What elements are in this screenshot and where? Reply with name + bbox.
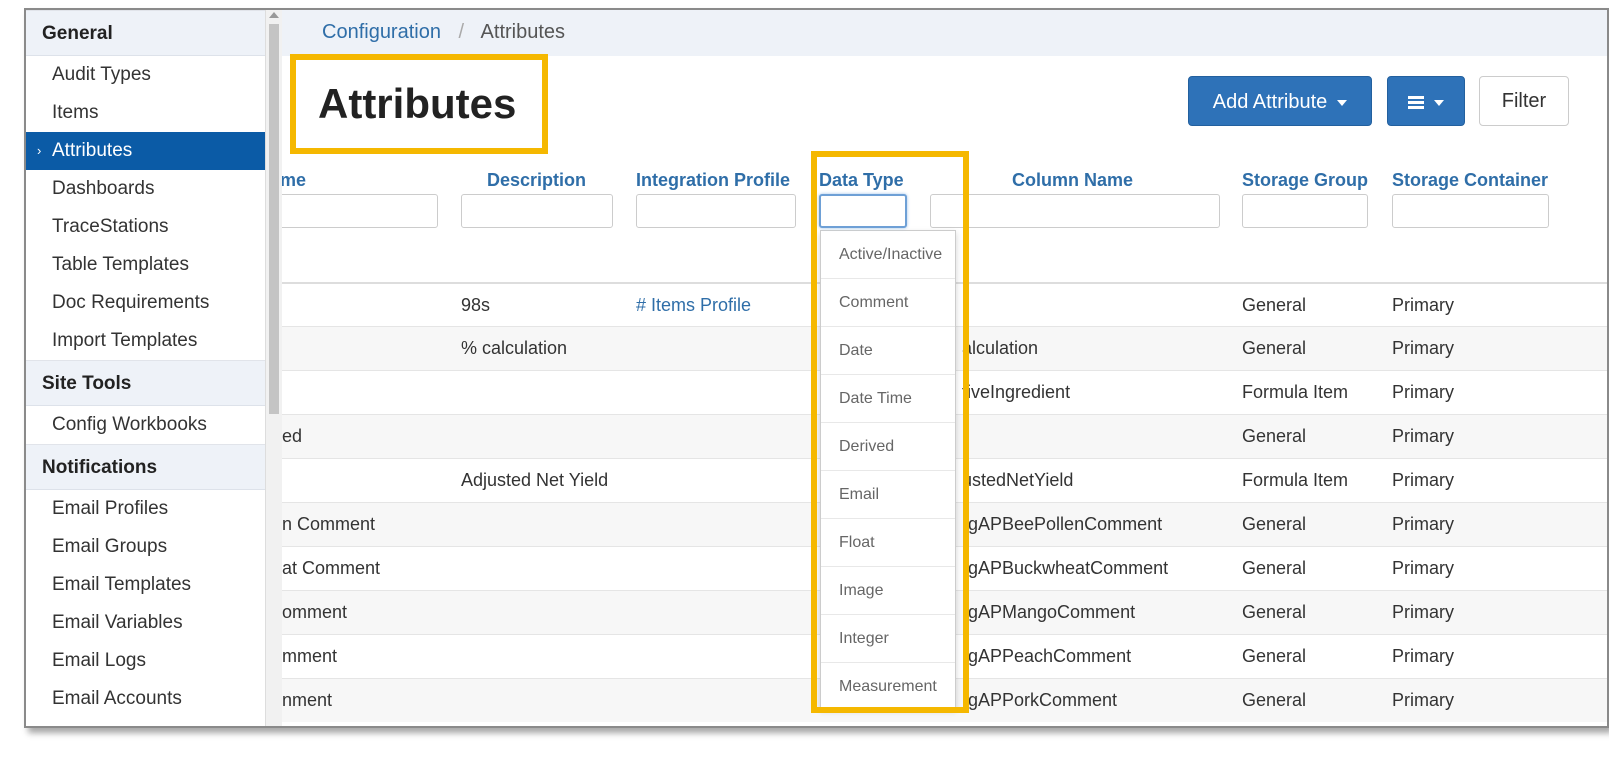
options-menu-button[interactable] bbox=[1387, 76, 1465, 126]
cell-column-name: rgAPPeachComment bbox=[962, 646, 1132, 666]
scroll-up-arrow-icon[interactable] bbox=[269, 12, 279, 18]
cell-storage-container: Primary bbox=[1392, 470, 1454, 490]
cell-name: ed bbox=[282, 426, 303, 446]
cell-column-name: alculation bbox=[962, 338, 1039, 358]
cell-name: nment bbox=[282, 690, 333, 710]
breadcrumb-configuration-link[interactable]: Configuration bbox=[322, 21, 441, 43]
column-header-data-type[interactable]: Data Type bbox=[819, 170, 904, 191]
sidebar-scrollbar[interactable] bbox=[266, 10, 282, 726]
cell-storage-group: General bbox=[1242, 602, 1307, 622]
hamburger-icon bbox=[1408, 96, 1424, 110]
column-header-storage-container[interactable]: Storage Container bbox=[1392, 170, 1548, 191]
app-window: General Audit Types Items › Attributes D… bbox=[24, 8, 1609, 728]
cell-storage-group: Formula Item bbox=[1242, 382, 1349, 402]
name-filter-input[interactable] bbox=[282, 194, 438, 228]
cell-storage-group: General bbox=[1242, 690, 1307, 710]
cell-storage-container: Primary bbox=[1392, 602, 1454, 622]
cell-name: mment bbox=[282, 646, 338, 666]
column-name-filter-input[interactable] bbox=[930, 194, 1220, 228]
cell-description: 98s bbox=[461, 295, 491, 315]
cell-column-name: rgAPPorkComment bbox=[962, 690, 1118, 710]
sidebar-item-email-templates[interactable]: Email Templates bbox=[26, 566, 265, 604]
cell-storage-container: Primary bbox=[1392, 690, 1454, 710]
sidebar-item-doc-requirements[interactable]: Doc Requirements bbox=[26, 284, 265, 322]
sidebar-section-general: General bbox=[26, 10, 265, 56]
cell-column-name: ustedNetYield bbox=[962, 470, 1074, 490]
data-type-highlight-frame bbox=[811, 151, 969, 713]
cell-storage-container: Primary bbox=[1392, 382, 1454, 402]
cell-storage-group: General bbox=[1242, 558, 1307, 578]
sidebar-section-site-tools: Site Tools bbox=[26, 360, 265, 406]
sidebar-item-email-accounts[interactable]: Email Accounts bbox=[26, 680, 265, 718]
add-attribute-label: Add Attribute bbox=[1212, 91, 1328, 113]
breadcrumb-current: Attributes bbox=[480, 21, 566, 43]
sidebar-item-import-templates[interactable]: Import Templates bbox=[26, 322, 265, 360]
add-attribute-button[interactable]: Add Attribute bbox=[1188, 76, 1372, 126]
cell-storage-container: Primary bbox=[1392, 295, 1454, 315]
breadcrumb: Configuration / Attributes bbox=[282, 10, 1607, 56]
column-header-name[interactable]: me bbox=[282, 170, 306, 191]
cell-storage-group: General bbox=[1242, 426, 1307, 446]
cell-integration-profile-link[interactable]: # Items Profile bbox=[636, 284, 751, 326]
cell-storage-container: Primary bbox=[1392, 558, 1454, 578]
sidebar-item-label: Attributes bbox=[52, 140, 133, 161]
cell-storage-group: General bbox=[1242, 338, 1307, 358]
chevron-right-icon: › bbox=[37, 143, 42, 158]
sidebar: General Audit Types Items › Attributes D… bbox=[26, 10, 266, 726]
page-title-highlight: Attributes bbox=[290, 54, 548, 154]
breadcrumb-separator: / bbox=[458, 21, 465, 43]
cell-description: Adjusted Net Yield bbox=[461, 470, 609, 490]
cell-storage-container: Primary bbox=[1392, 514, 1454, 534]
storage-container-filter-input[interactable] bbox=[1392, 194, 1549, 228]
page-title: Attributes bbox=[318, 80, 517, 127]
cell-column-name: rgAPBuckwheatComment bbox=[962, 558, 1169, 578]
integration-profile-filter-input[interactable] bbox=[636, 194, 796, 228]
cell-storage-group: General bbox=[1242, 646, 1307, 666]
cell-column-name: rgAPBeePollenComment bbox=[962, 514, 1163, 534]
scrollbar-thumb[interactable] bbox=[269, 24, 279, 414]
filter-button[interactable]: Filter bbox=[1479, 76, 1569, 126]
cell-description: % calculation bbox=[461, 338, 568, 358]
cell-column-name: tiveIngredient bbox=[962, 382, 1071, 402]
cell-name: at Comment bbox=[282, 558, 381, 578]
cell-storage-container: Primary bbox=[1392, 338, 1454, 358]
main-content: Configuration / Attributes Attributes Ad… bbox=[282, 10, 1607, 726]
cell-storage-group: General bbox=[1242, 514, 1307, 534]
sidebar-item-email-variables[interactable]: Email Variables bbox=[26, 604, 265, 642]
cell-storage-group: Formula Item bbox=[1242, 470, 1349, 490]
sidebar-section-notifications: Notifications bbox=[26, 444, 265, 490]
sidebar-item-items[interactable]: Items bbox=[26, 94, 265, 132]
sidebar-item-tracestations[interactable]: TraceStations bbox=[26, 208, 265, 246]
cell-column-name: rgAPMangoComment bbox=[962, 602, 1136, 622]
caret-down-icon bbox=[1337, 99, 1348, 106]
caret-down-icon bbox=[1434, 99, 1444, 106]
column-header-description[interactable]: Description bbox=[487, 170, 586, 191]
column-header-column-name[interactable]: Column Name bbox=[1012, 170, 1133, 191]
cell-name: n Comment bbox=[282, 514, 376, 534]
column-header-integration-profile[interactable]: Integration Profile bbox=[636, 170, 790, 191]
cell-storage-container: Primary bbox=[1392, 646, 1454, 666]
sidebar-item-email-groups[interactable]: Email Groups bbox=[26, 528, 265, 566]
sidebar-item-audit-types[interactable]: Audit Types bbox=[26, 56, 265, 94]
storage-group-filter-input[interactable] bbox=[1242, 194, 1368, 228]
data-type-filter-select[interactable] bbox=[819, 194, 907, 228]
cell-storage-container: Primary bbox=[1392, 426, 1454, 446]
sidebar-item-attributes[interactable]: › Attributes bbox=[26, 132, 265, 170]
sidebar-item-table-templates[interactable]: Table Templates bbox=[26, 246, 265, 284]
sidebar-item-dashboards[interactable]: Dashboards bbox=[26, 170, 265, 208]
column-header-storage-group[interactable]: Storage Group bbox=[1242, 170, 1368, 191]
description-filter-input[interactable] bbox=[461, 194, 613, 228]
sidebar-item-email-logs[interactable]: Email Logs bbox=[26, 642, 265, 680]
sidebar-item-config-workbooks[interactable]: Config Workbooks bbox=[26, 406, 265, 444]
cell-name: omment bbox=[282, 602, 348, 622]
sidebar-item-email-profiles[interactable]: Email Profiles bbox=[26, 490, 265, 528]
cell-storage-group: General bbox=[1242, 295, 1307, 315]
